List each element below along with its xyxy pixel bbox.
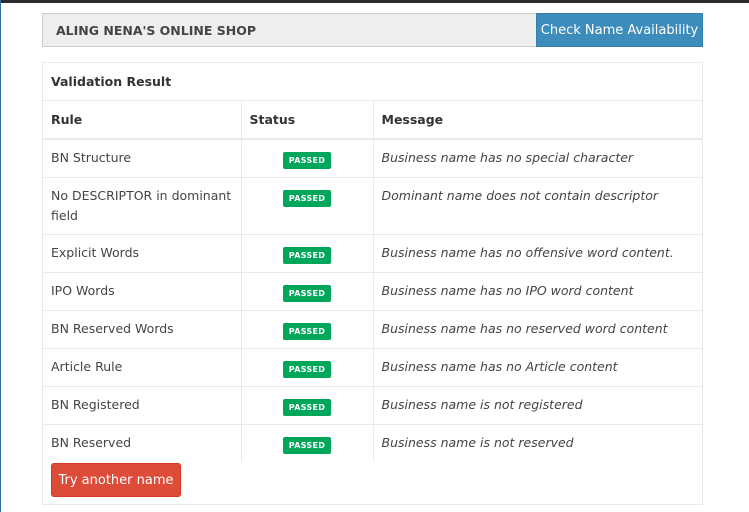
rule-cell: No DESCRIPTOR in dominant field (43, 177, 241, 235)
status-cell: PASSED (240, 424, 373, 462)
rule-cell: BN Structure (43, 138, 241, 178)
validation-table: Rule Status Message BN Structure PASSED … (43, 100, 702, 462)
status-cell: PASSED (240, 348, 373, 387)
status-cell: PASSED (240, 386, 373, 425)
status-badge: PASSED (282, 323, 332, 340)
message-cell: Business name is not registered (372, 386, 702, 425)
table-row: BN Reserved PASSED Business name is not … (43, 424, 702, 462)
status-cell: PASSED (240, 177, 373, 235)
check-name-availability-button[interactable]: Check Name Availability (536, 13, 703, 47)
table-header-row: Rule Status Message (43, 100, 702, 140)
message-cell: Dominant name does not contain descripto… (372, 177, 702, 235)
panel-title: Validation Result (51, 74, 172, 89)
business-name-input[interactable] (42, 13, 537, 47)
table-row: Article Rule PASSED Business name has no… (43, 348, 702, 387)
try-another-name-button[interactable]: Try another name (51, 463, 181, 497)
table-row: BN Reserved Words PASSED Business name h… (43, 310, 702, 349)
message-cell: Business name is not reserved (372, 424, 702, 462)
name-check-row: Check Name Availability (42, 13, 703, 47)
column-header-rule: Rule (43, 100, 241, 140)
message-cell: Business name has no Article content (372, 348, 702, 387)
left-border (0, 0, 1, 512)
validation-result-panel: Validation Result Rule Status Message BN… (42, 62, 703, 505)
status-cell: PASSED (240, 310, 373, 349)
column-header-status: Status (240, 100, 373, 140)
status-cell: PASSED (240, 234, 373, 273)
table-row: IPO Words PASSED Business name has no IP… (43, 272, 702, 311)
status-cell: PASSED (240, 138, 373, 178)
table-row: BN Registered PASSED Business name is no… (43, 386, 702, 425)
status-cell: PASSED (240, 272, 373, 311)
status-badge: PASSED (282, 361, 332, 378)
top-border (0, 0, 749, 3)
status-badge: PASSED (282, 190, 332, 207)
table-row: BN Structure PASSED Business name has no… (43, 138, 702, 178)
message-cell: Business name has no IPO word content (372, 272, 702, 311)
rule-cell: Explicit Words (43, 234, 241, 273)
rule-cell: BN Registered (43, 386, 241, 425)
column-header-message: Message (372, 100, 702, 140)
message-cell: Business name has no reserved word conte… (372, 310, 702, 349)
message-cell: Business name has no offensive word cont… (372, 234, 702, 273)
rule-cell: BN Reserved (43, 424, 241, 462)
status-badge: PASSED (282, 152, 332, 169)
status-badge: PASSED (282, 285, 332, 302)
rule-cell: Article Rule (43, 348, 241, 387)
table-row: No DESCRIPTOR in dominant field PASSED D… (43, 177, 702, 235)
rule-cell: IPO Words (43, 272, 241, 311)
status-badge: PASSED (282, 247, 332, 264)
table-row: Explicit Words PASSED Business name has … (43, 234, 702, 273)
status-badge: PASSED (282, 399, 332, 416)
message-cell: Business name has no special character (372, 138, 702, 178)
rule-cell: BN Reserved Words (43, 310, 241, 349)
status-badge: PASSED (282, 437, 332, 454)
